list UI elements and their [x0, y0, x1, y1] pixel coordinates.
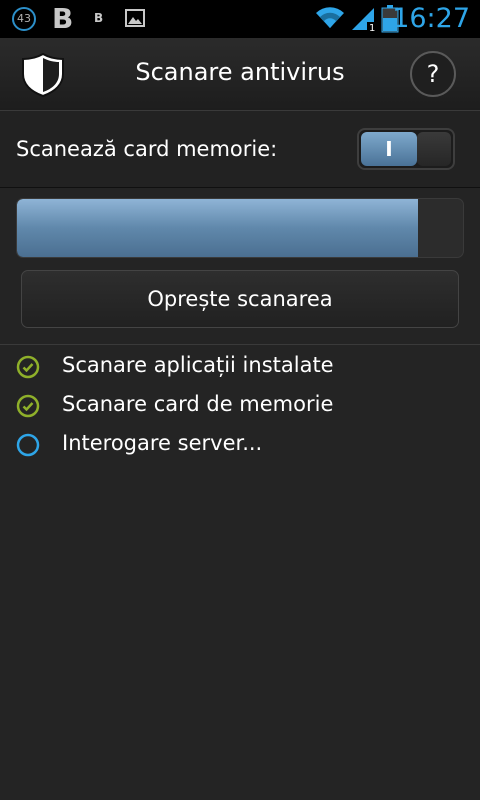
- status-clock: 16:27: [392, 3, 470, 34]
- memory-card-label: Scanează card memorie:: [16, 137, 278, 161]
- toggle-knob[interactable]: [417, 132, 451, 166]
- task-label: Scanare card de memorie: [62, 392, 334, 416]
- scan-section: Oprește scanarea: [0, 188, 480, 345]
- signal-icon: 1: [352, 8, 376, 32]
- wifi-icon: [316, 7, 344, 29]
- memory-card-toggle[interactable]: I: [357, 128, 455, 170]
- notification-b-small-icon: B: [94, 11, 104, 25]
- toggle-on-indicator: I: [361, 132, 417, 166]
- notification-b-icon: B: [52, 2, 74, 35]
- status-bar: 43 B B 1 16:27: [0, 0, 480, 38]
- scan-progress-fill: [17, 199, 419, 257]
- progress-circle-icon: [16, 433, 40, 457]
- list-item: Scanare aplicații instalate: [0, 349, 480, 388]
- memory-card-setting: Scanează card memorie: I: [0, 111, 480, 188]
- title-bar: Scanare antivirus ?: [0, 38, 480, 111]
- notification-count-badge: 43: [12, 7, 36, 31]
- scan-task-list: Scanare aplicații instalate Scanare card…: [0, 349, 480, 466]
- list-item: Interogare server...: [0, 427, 480, 466]
- list-item: Scanare card de memorie: [0, 388, 480, 427]
- task-label: Scanare aplicații instalate: [62, 353, 334, 377]
- stop-scan-button[interactable]: Oprește scanarea: [21, 270, 459, 328]
- check-circle-icon: [16, 355, 40, 379]
- scan-progress-bar: [16, 198, 464, 258]
- image-icon: [125, 9, 145, 27]
- signal-badge: 1: [369, 23, 375, 32]
- help-button[interactable]: ?: [410, 51, 456, 97]
- shield-icon[interactable]: [20, 52, 66, 98]
- page-title: Scanare antivirus: [135, 58, 345, 86]
- check-circle-icon: [16, 394, 40, 418]
- task-label: Interogare server...: [62, 431, 263, 455]
